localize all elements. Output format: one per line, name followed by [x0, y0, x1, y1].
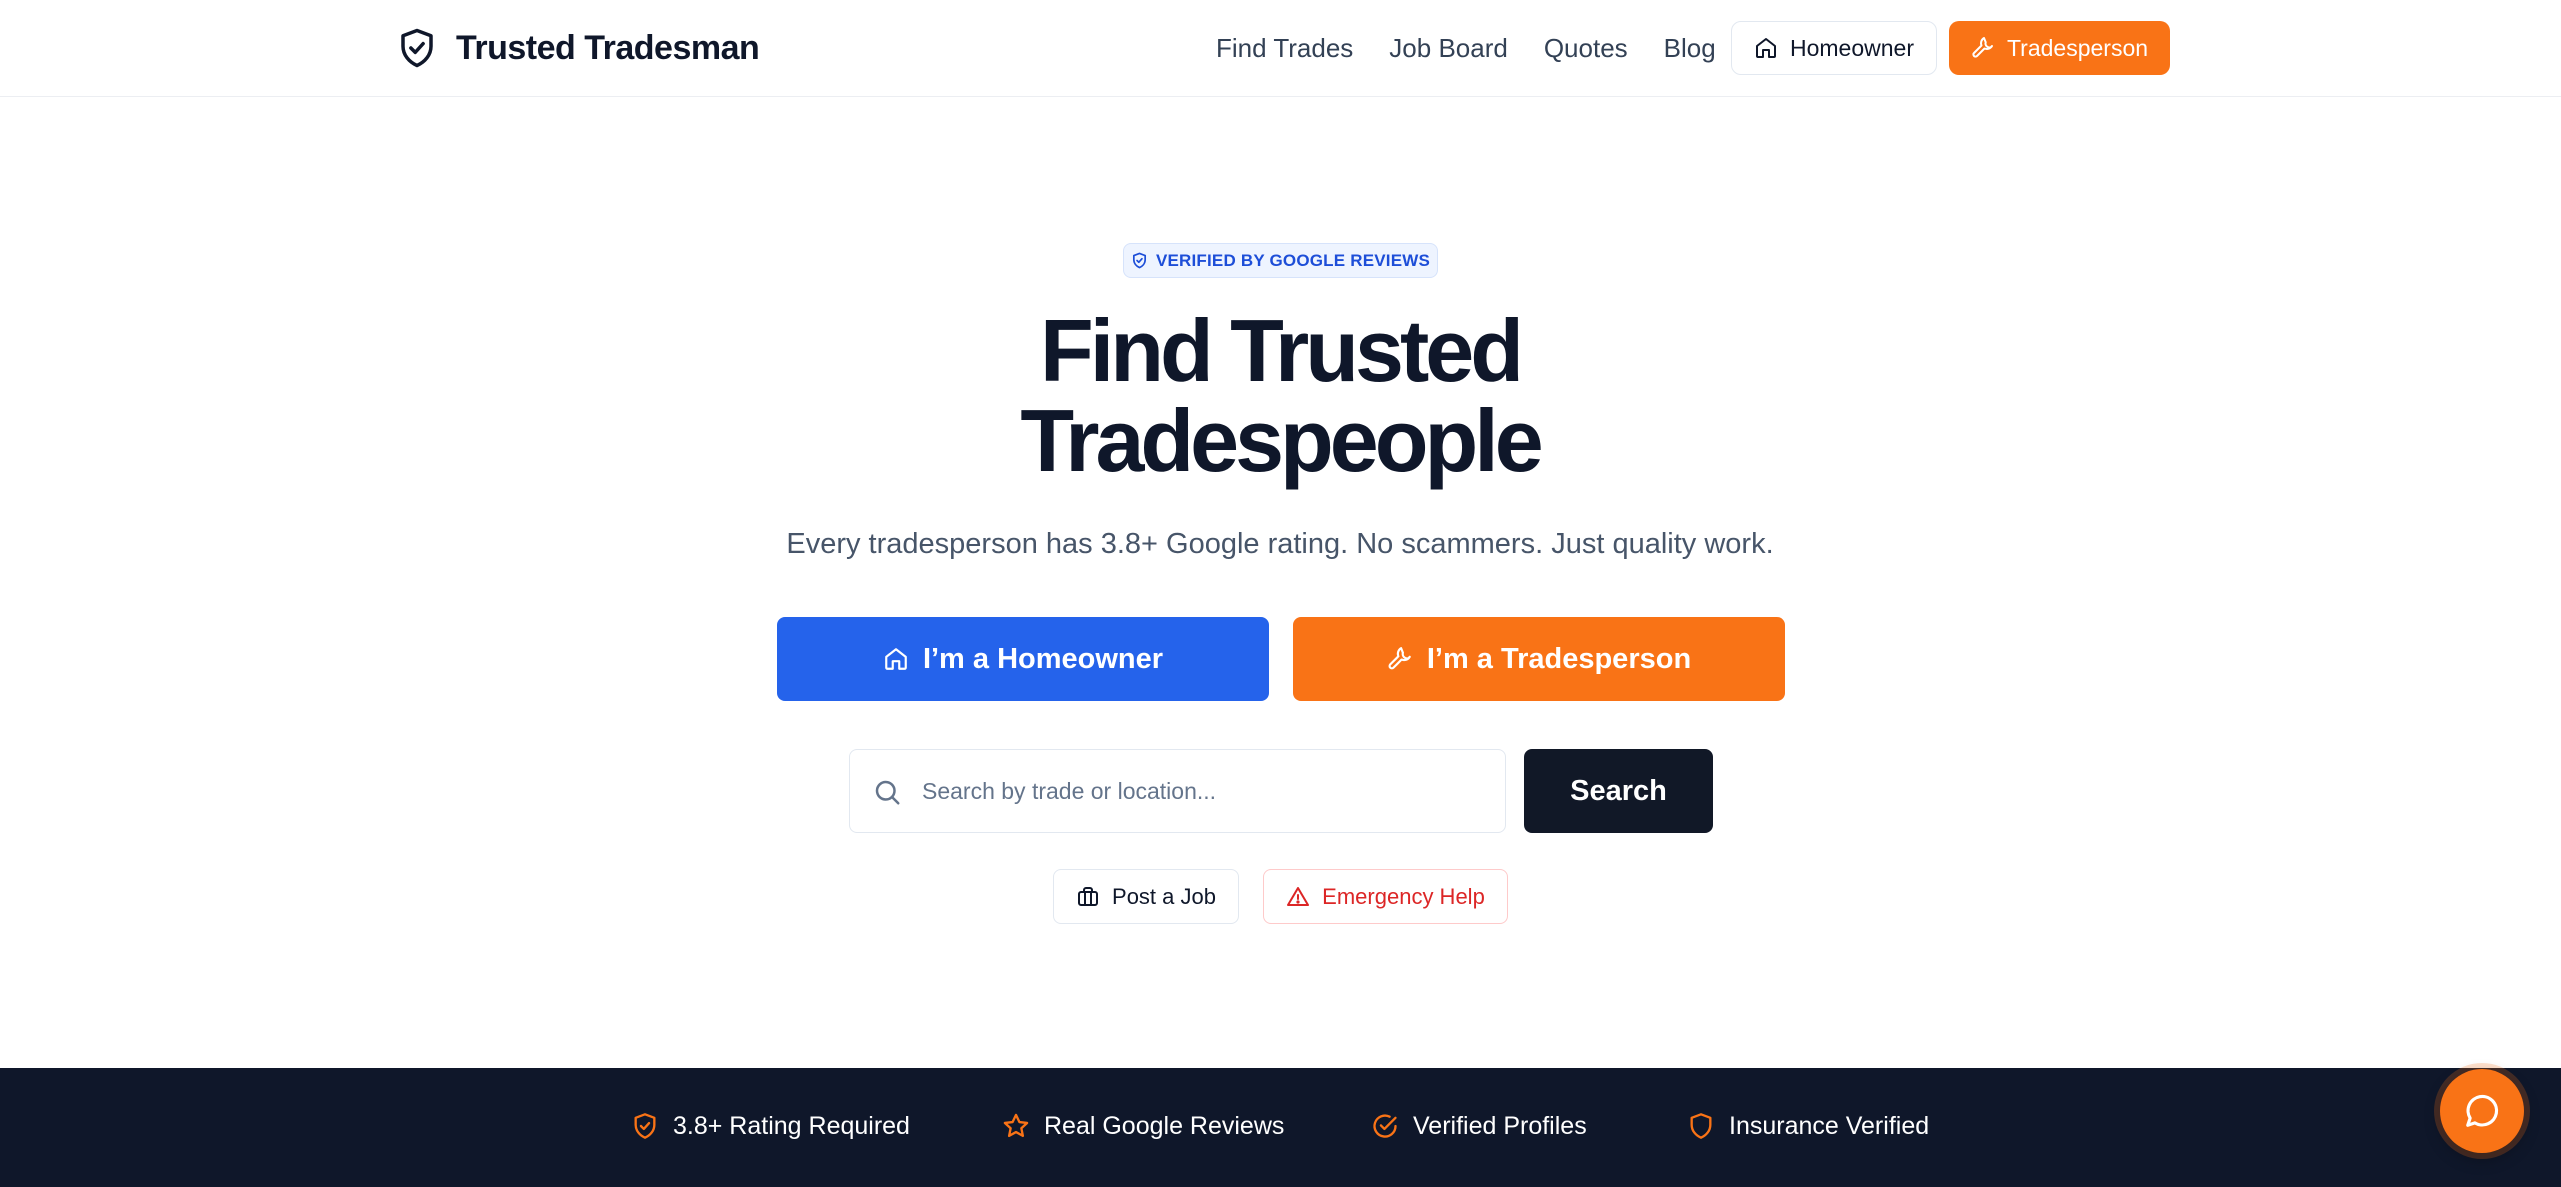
tradesperson-button[interactable]: Tradesperson [1949, 21, 2170, 75]
nav-find-trades[interactable]: Find Trades [1216, 33, 1353, 64]
trust-item-profiles: Verified Profiles [1371, 1106, 1587, 1146]
nav-job-board[interactable]: Job Board [1389, 33, 1508, 64]
trust-item-label: 3.8+ Rating Required [673, 1111, 910, 1140]
home-icon [1756, 38, 1776, 58]
post-job-label: Post a Job [1112, 883, 1216, 909]
shield-check-icon [1132, 252, 1146, 269]
chat-bubble-icon [2466, 1094, 2499, 1127]
tradesperson-cta-label: I’m a Tradesperson [1426, 642, 1692, 675]
shield-check-icon [401, 28, 433, 68]
chat-button[interactable] [2440, 1069, 2524, 1153]
search-button[interactable]: Search [1524, 749, 1713, 833]
trust-band: 3.8+ Rating Required Real Google Reviews… [0, 1068, 2561, 1187]
hero-title: Find Trusted Tradespeople [780, 306, 1780, 486]
hero-title-line1: Find Trusted [1040, 301, 1524, 400]
homeowner-button-label: Homeowner [1790, 34, 1914, 61]
post-job-button[interactable]: Post a Job [1053, 869, 1239, 924]
trust-item-rating: 3.8+ Rating Required [631, 1106, 910, 1146]
briefcase-icon [1078, 886, 1099, 906]
brand-logo[interactable]: Trusted Tradesman [396, 22, 760, 74]
emergency-help-label: Emergency Help [1322, 883, 1485, 909]
homeowner-cta-button[interactable]: I’m a Homeowner [777, 617, 1269, 701]
trust-item-label: Real Google Reviews [1044, 1111, 1285, 1140]
trust-item-label: Insurance Verified [1729, 1111, 1930, 1140]
hero-title-line2: Tradespeople [1020, 391, 1543, 490]
tradesperson-button-label: Tradesperson [2006, 34, 2149, 61]
wrench-icon [1388, 647, 1411, 670]
trust-item-insurance: Insurance Verified [1687, 1106, 1929, 1146]
trust-item-reviews: Real Google Reviews [1002, 1106, 1284, 1146]
verified-badge-text: VERIFIED BY GOOGLE REVIEWS [1155, 250, 1431, 270]
search-field[interactable] [849, 749, 1506, 833]
homeowner-cta-label: I’m a Homeowner [922, 642, 1164, 675]
search-icon [875, 780, 900, 805]
shield-check-icon [634, 1113, 656, 1139]
hero-subtitle: Every tradesperson has 3.8+ Google ratin… [786, 528, 1774, 560]
search-input[interactable] [922, 750, 1492, 832]
warning-triangle-icon [1287, 886, 1310, 906]
verified-badge: VERIFIED BY GOOGLE REVIEWS [1123, 243, 1438, 278]
main-nav: Find Trades Job Board Quotes Blog [1216, 22, 1716, 74]
top-navbar: Trusted Tradesman Find Trades Job Board … [0, 0, 2561, 97]
brand-name: Trusted Tradesman [456, 28, 760, 67]
tradesperson-cta-button[interactable]: I’m a Tradesperson [1293, 617, 1785, 701]
homeowner-button[interactable]: Homeowner [1731, 21, 1937, 75]
shield-icon [1690, 1113, 1712, 1139]
emergency-help-button[interactable]: Emergency Help [1263, 869, 1508, 924]
nav-quotes[interactable]: Quotes [1544, 33, 1628, 64]
trust-item-label: Verified Profiles [1413, 1111, 1587, 1140]
star-icon [1003, 1113, 1029, 1138]
wrench-icon [1972, 37, 1993, 58]
home-icon [885, 648, 907, 670]
check-circle-icon [1373, 1114, 1397, 1138]
nav-blog[interactable]: Blog [1664, 33, 1716, 64]
